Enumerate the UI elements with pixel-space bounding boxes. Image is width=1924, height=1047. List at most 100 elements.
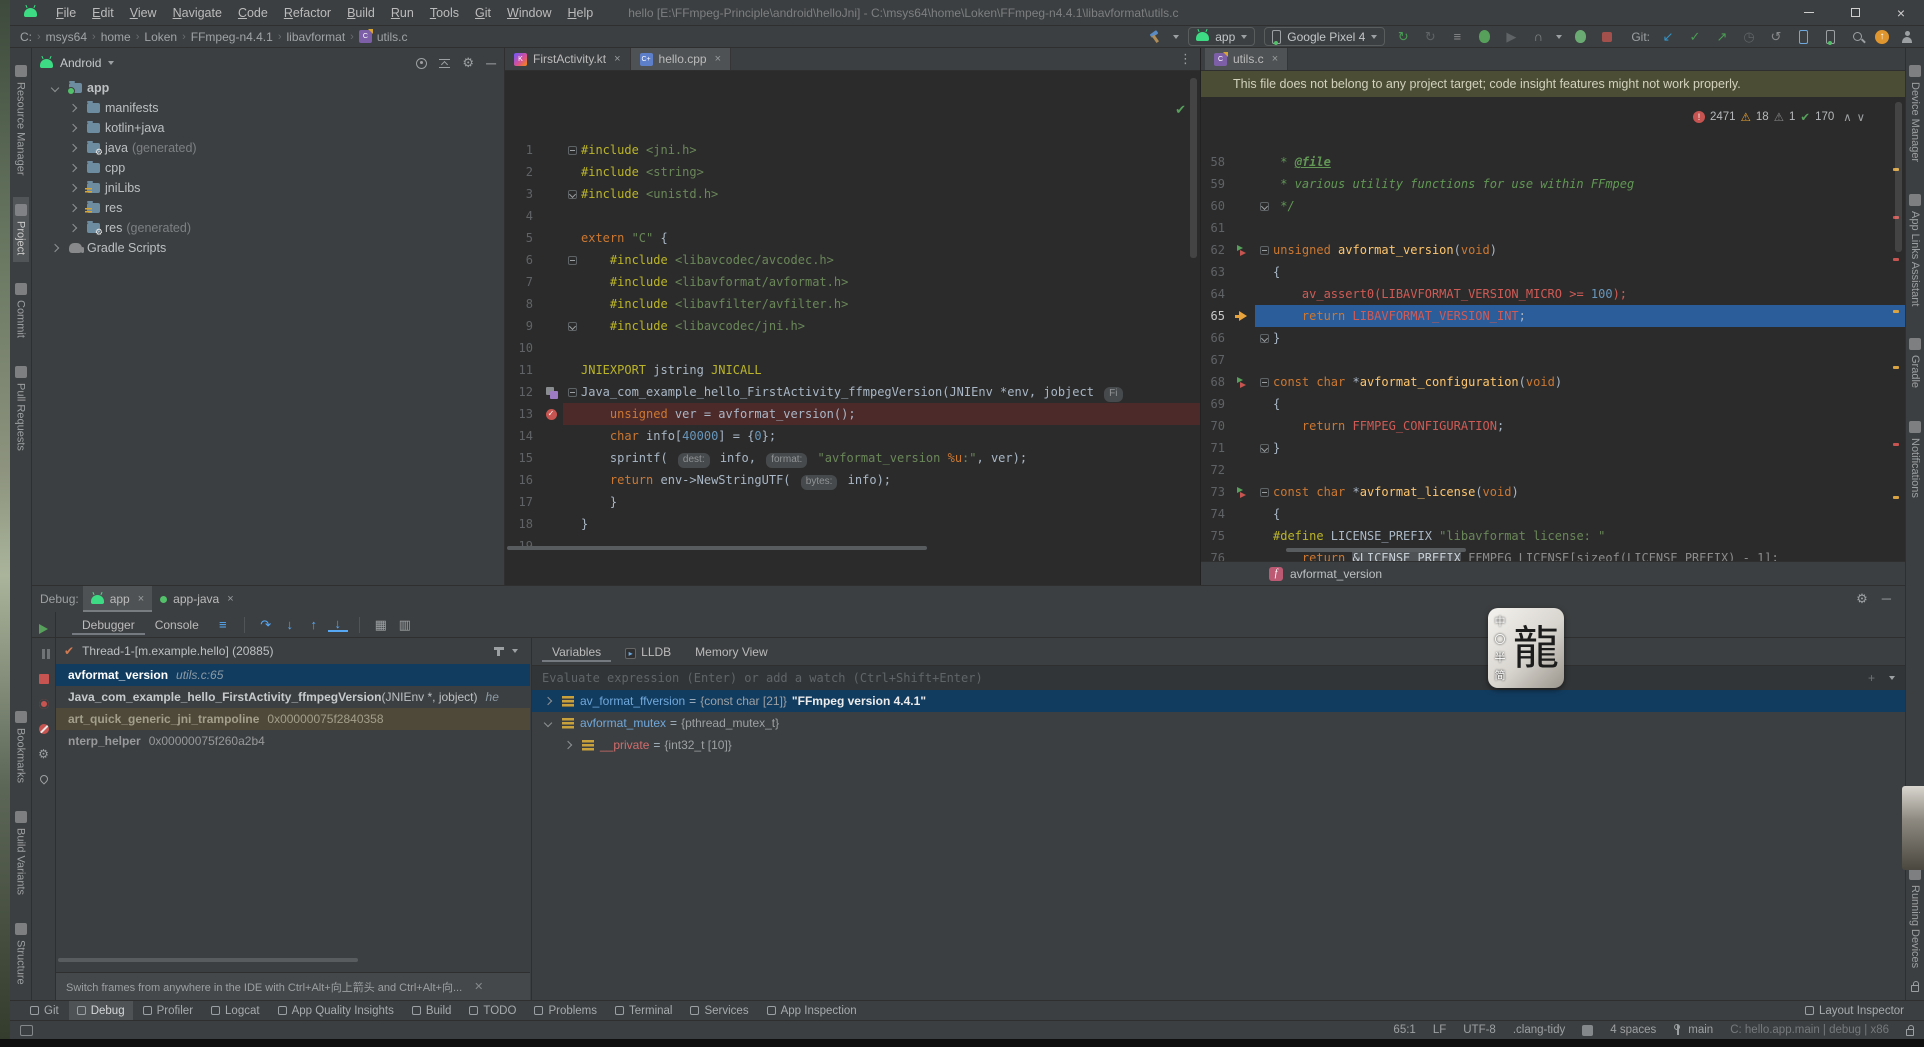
file-encoding[interactable]: UTF-8	[1463, 1024, 1496, 1036]
indent-style[interactable]: 4 spaces	[1610, 1024, 1656, 1036]
tab-debugger[interactable]: Debugger	[72, 615, 145, 635]
minimize-button[interactable]	[1786, 0, 1832, 25]
debug-settings-icon[interactable]: ⚙	[1856, 591, 1868, 607]
ime-indicator-icon[interactable]	[20, 1025, 33, 1036]
tool-window-button-services[interactable]: Services	[682, 1001, 756, 1020]
run-to-cursor-icon[interactable]: ↓	[328, 618, 348, 632]
fold-collapse-icon[interactable]	[568, 388, 577, 397]
add-watch-icon[interactable]: +	[1868, 671, 1875, 685]
menu-refactor[interactable]: Refactor	[277, 3, 338, 23]
apply-changes-button[interactable]: ↻	[1421, 28, 1439, 46]
step-over-icon[interactable]: ↷	[256, 616, 276, 634]
chevron-down-icon[interactable]	[108, 61, 114, 65]
collapsed-arrow-icon[interactable]	[51, 244, 59, 252]
stripe-item-resource-manager[interactable]: Resource Manager	[13, 58, 29, 183]
stripe-item-bookmarks[interactable]: Bookmarks	[13, 704, 29, 790]
breadcrumb-file[interactable]: Cutils.c	[359, 30, 408, 44]
changed-code-icon[interactable]	[1237, 486, 1249, 498]
breadcrumb-item[interactable]: home	[101, 30, 131, 44]
run-marker-icon[interactable]	[546, 387, 557, 398]
git-commit-button[interactable]: ✓	[1686, 28, 1704, 46]
git-rollback-button[interactable]: ↺	[1767, 28, 1785, 46]
resume-button[interactable]	[37, 622, 50, 635]
pause-button[interactable]	[37, 647, 50, 660]
stack-frame-row[interactable]: avformat_versionutils.c:65	[56, 664, 530, 686]
chevron-down-icon[interactable]	[512, 649, 518, 653]
close-tab-icon[interactable]: ×	[227, 593, 233, 605]
ide-update-icon[interactable]: ↑	[1875, 30, 1889, 44]
pin-button[interactable]	[37, 772, 50, 785]
tree-item-kotlin+java[interactable]: kotlin+java	[32, 118, 504, 138]
maximize-button[interactable]	[1832, 0, 1878, 25]
tool-window-button-app-inspection[interactable]: App Inspection	[759, 1001, 865, 1020]
fold-end-icon[interactable]	[1260, 444, 1269, 453]
function-breadcrumb-label[interactable]: avformat_version	[1290, 567, 1382, 581]
debug-session-tab-app-java[interactable]: app-java×	[152, 586, 241, 612]
tool-window-button-problems[interactable]: Problems	[526, 1001, 605, 1020]
menu-file[interactable]: File	[49, 3, 83, 23]
expanded-arrow-icon[interactable]	[544, 719, 552, 727]
line-ending[interactable]: LF	[1433, 1024, 1446, 1036]
stripe-item-structure[interactable]: Structure	[13, 916, 29, 992]
clang-tidy-profile[interactable]: .clang-tidy	[1513, 1024, 1565, 1036]
profile-avatar[interactable]	[1898, 28, 1916, 46]
profiler-dropdown-icon[interactable]	[1556, 35, 1562, 39]
run-button[interactable]: ↻	[1394, 28, 1412, 46]
debug-hide-icon[interactable]: ─	[1882, 591, 1891, 607]
attach-debugger-button[interactable]: ▶	[1502, 28, 1520, 46]
tool-window-button-git[interactable]: Git	[22, 1001, 67, 1020]
tool-window-button-debug[interactable]: Debug	[69, 1001, 133, 1020]
horizontal-scrollbar[interactable]	[1286, 548, 1466, 552]
project-settings-icon[interactable]: ⚙	[462, 55, 474, 71]
tree-item-jnilibs[interactable]: jniLibs	[32, 178, 504, 198]
hide-panel-icon[interactable]: ─	[486, 55, 496, 71]
tab-lldb[interactable]: ▸LLDB	[615, 642, 681, 662]
tool-window-button-terminal[interactable]: Terminal	[607, 1001, 680, 1020]
stack-frame-row[interactable]: nterp_helper0x00000075f260a2b4	[56, 730, 530, 752]
menu-tools[interactable]: Tools	[423, 3, 466, 23]
changed-code-icon[interactable]	[1237, 244, 1249, 256]
layout-settings-icon[interactable]: ≡	[213, 616, 233, 634]
stack-frame-row[interactable]: art_quick_generic_jni_trampoline0x000000…	[56, 708, 530, 730]
debug-session-tab-app[interactable]: app×	[83, 586, 152, 612]
breadcrumb-item[interactable]: FFmpeg-n4.4.1	[191, 30, 273, 44]
tab-console[interactable]: Console	[145, 615, 209, 635]
stripe-item-app-links-assistant[interactable]: App Links Assistant	[1907, 187, 1923, 313]
breadcrumb-item[interactable]: msys64	[46, 30, 87, 44]
tree-item-java[interactable]: java(generated)	[32, 138, 504, 158]
tool-window-button-layout-inspector[interactable]: Layout Inspector	[1797, 1001, 1912, 1020]
fold-collapse-icon[interactable]	[1260, 378, 1269, 387]
stack-frame-row[interactable]: Java_com_example_hello_FirstActivity_ffm…	[56, 686, 530, 708]
thread-selector[interactable]: ✔ Thread-1-[m.example.hello] (20885)	[56, 638, 530, 664]
filter-icon[interactable]	[494, 647, 504, 656]
menu-view[interactable]: View	[123, 3, 164, 23]
stripe-item-gradle[interactable]: Gradle	[1907, 331, 1923, 395]
stripe-item-notifications[interactable]: Notifications	[1907, 414, 1923, 505]
search-everywhere-button[interactable]	[1848, 28, 1866, 46]
menu-git[interactable]: Git	[468, 3, 498, 23]
fold-collapse-icon[interactable]	[1260, 246, 1269, 255]
tab-memory-view[interactable]: Memory View	[685, 642, 777, 662]
tab-firstactivity-kt[interactable]: KFirstActivity.kt×	[505, 48, 631, 70]
close-tab-icon[interactable]: ×	[138, 593, 144, 605]
variable-row[interactable]: __private={int32_t [10]}	[532, 734, 1905, 756]
git-branch-widget[interactable]: main	[1673, 1024, 1713, 1036]
menu-build[interactable]: Build	[340, 3, 382, 23]
tree-item-app[interactable]: app	[32, 78, 504, 98]
dismiss-tip-icon[interactable]: ✕	[474, 980, 483, 993]
close-tab-icon[interactable]: ×	[614, 53, 620, 65]
watch-input[interactable]: Evaluate expression (Enter) or add a wat…	[532, 666, 1905, 690]
menu-code[interactable]: Code	[231, 3, 275, 23]
changed-code-icon[interactable]	[1237, 376, 1249, 388]
step-out-icon[interactable]: ↑	[304, 616, 324, 634]
tree-item-res[interactable]: res	[32, 198, 504, 218]
fold-collapse-icon[interactable]	[1260, 488, 1269, 497]
menu-edit[interactable]: Edit	[85, 3, 121, 23]
stop-button[interactable]	[1598, 28, 1616, 46]
profile-app-button[interactable]	[1571, 28, 1589, 46]
caret-position[interactable]: 65:1	[1393, 1024, 1415, 1036]
inspection-widget[interactable]: ! 2471 ⚠ 18 ⚠ 1 ✔ 170 ∧ ∨	[1693, 110, 1865, 124]
reader-mode-icon[interactable]	[1582, 1025, 1593, 1036]
collapse-all-icon[interactable]	[439, 58, 450, 69]
git-update-button[interactable]: ↙	[1659, 28, 1677, 46]
